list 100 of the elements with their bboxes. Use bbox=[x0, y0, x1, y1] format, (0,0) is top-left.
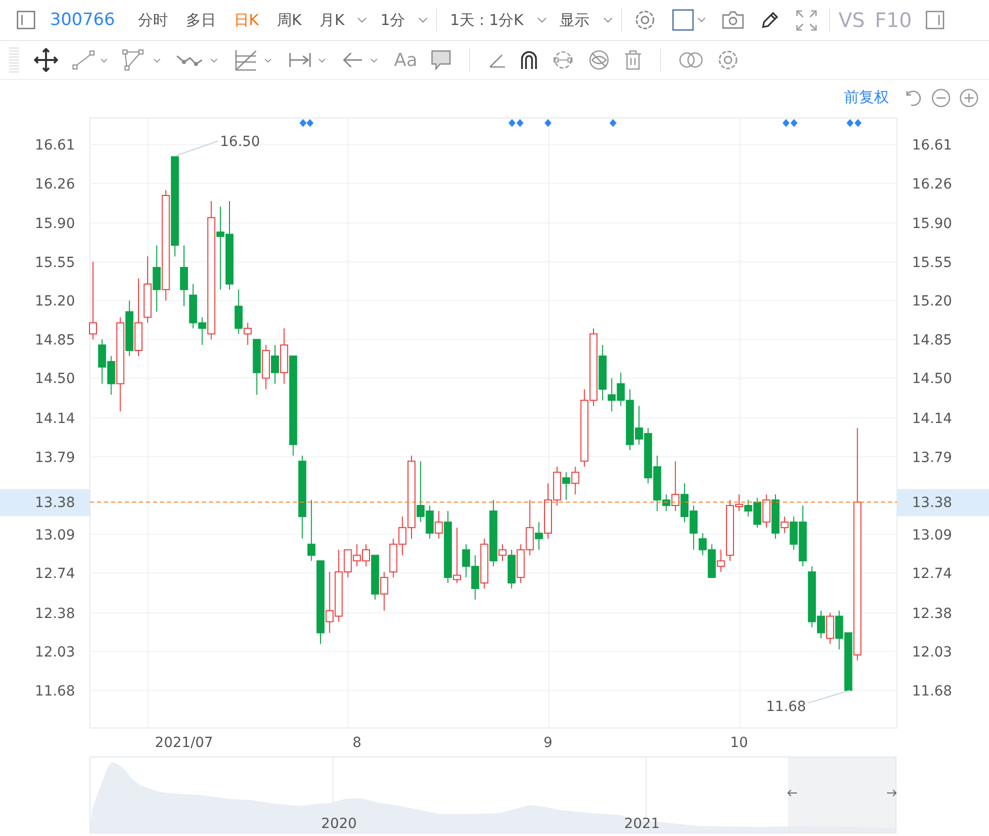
settings-icon[interactable] bbox=[634, 9, 656, 31]
candlestick bbox=[534, 522, 543, 550]
price-axis-label: 14.50 bbox=[912, 371, 952, 388]
undo-icon[interactable] bbox=[905, 88, 923, 106]
event-marker-icon[interactable] bbox=[846, 119, 862, 127]
price-axis-label: 11.68 bbox=[912, 683, 952, 700]
candlestick bbox=[498, 544, 506, 562]
drag-handle-icon[interactable] bbox=[8, 47, 20, 73]
price-axis-label: 14.14 bbox=[912, 411, 952, 428]
price-axis-label: 15.90 bbox=[34, 216, 75, 232]
fullscreen-icon[interactable] bbox=[796, 10, 816, 30]
display-dropdown[interactable]: 显示 bbox=[560, 10, 612, 30]
price-axis-label: 14.14 bbox=[34, 411, 75, 428]
event-marker-icon[interactable] bbox=[508, 119, 524, 127]
candlestick bbox=[180, 244, 188, 307]
price-axis-label: 15.55 bbox=[912, 254, 952, 271]
panel-toggle-icon[interactable] bbox=[924, 10, 945, 30]
period-dropdown[interactable]: 1分 bbox=[380, 10, 428, 30]
left-handle-arrow-icon[interactable] bbox=[787, 790, 798, 796]
candlestick bbox=[234, 289, 243, 334]
comment-icon[interactable] bbox=[431, 50, 452, 70]
navigator-year-label: 2020 bbox=[321, 816, 357, 832]
candlestick bbox=[434, 510, 443, 540]
period-tab[interactable]: 周K bbox=[276, 10, 302, 30]
event-marker-icon[interactable] bbox=[782, 119, 798, 127]
camera-icon[interactable] bbox=[722, 10, 744, 30]
candlestick bbox=[716, 549, 725, 572]
candlestick bbox=[307, 499, 316, 562]
trash-icon[interactable] bbox=[624, 50, 642, 70]
price-axis-label: 16.61 bbox=[34, 138, 75, 154]
price-axis-label: 16.26 bbox=[34, 176, 75, 192]
link-icon[interactable] bbox=[552, 50, 574, 70]
price-axis-label: 14.85 bbox=[912, 332, 952, 348]
polygon-tool-icon[interactable] bbox=[122, 49, 162, 71]
zoom-out-icon[interactable] bbox=[931, 88, 951, 108]
price-axis-label: 15.20 bbox=[912, 294, 952, 310]
caret-icon bbox=[418, 17, 428, 23]
candlestick bbox=[152, 244, 161, 312]
caret-icon bbox=[536, 17, 546, 23]
period-tab[interactable]: 分时 bbox=[138, 10, 168, 30]
stock-code[interactable]: 300766 bbox=[50, 10, 115, 30]
caret-icon bbox=[357, 17, 368, 23]
price-axis-label: 16.26 bbox=[912, 176, 952, 192]
caret-icon bbox=[602, 17, 612, 23]
line-tool-icon[interactable] bbox=[72, 49, 108, 71]
candlestick bbox=[762, 494, 770, 528]
price-axis-label: 12.74 bbox=[34, 566, 75, 582]
price-axis-label: 13.79 bbox=[912, 450, 952, 466]
date-axis-label: 10 bbox=[730, 735, 748, 751]
fibonacci-tool-icon[interactable] bbox=[234, 48, 274, 72]
price-adjustment-link[interactable]: 前复权 bbox=[844, 88, 889, 107]
move-icon[interactable] bbox=[34, 48, 58, 72]
current-price-tag: 13.38 bbox=[0, 489, 90, 516]
price-axis-label: 12.38 bbox=[34, 606, 75, 622]
event-marker-icon[interactable] bbox=[300, 119, 314, 127]
price-axis-label: 14.85 bbox=[34, 332, 75, 348]
right-handle-arrow-icon[interactable] bbox=[886, 790, 897, 796]
price-axis-label: 12.03 bbox=[34, 644, 75, 661]
candlestick bbox=[562, 472, 570, 500]
price-axis-label: 12.74 bbox=[912, 566, 952, 582]
event-marker-icon[interactable] bbox=[610, 119, 616, 127]
settings-icon[interactable] bbox=[717, 49, 740, 71]
price-axis-label: 15.20 bbox=[34, 294, 75, 310]
price-axis-label: 15.90 bbox=[912, 216, 952, 232]
price-axis-label: 13.09 bbox=[912, 527, 952, 544]
magnet-icon[interactable] bbox=[520, 50, 538, 70]
candlestick bbox=[671, 460, 680, 512]
price-axis-label: 11.68 bbox=[34, 683, 75, 700]
candlestick bbox=[826, 612, 834, 644]
date-axis-label: 8 bbox=[352, 735, 362, 751]
candlestick bbox=[271, 344, 279, 384]
navigator-year-label: 2021 bbox=[624, 816, 660, 832]
low-price-label: 11.68 bbox=[766, 699, 806, 715]
price-axis-label: 16.61 bbox=[912, 138, 952, 154]
price-axis-label: 12.38 bbox=[912, 606, 952, 622]
date-axis-label: 9 bbox=[544, 735, 552, 751]
candlestick bbox=[571, 466, 580, 495]
panel-toggle-icon[interactable] bbox=[16, 10, 36, 30]
period-dropdown[interactable]: 月K bbox=[320, 10, 368, 30]
candlestick bbox=[89, 261, 97, 340]
zoom-in-icon[interactable] bbox=[959, 88, 979, 108]
price-axis-label: 13.09 bbox=[34, 527, 75, 544]
date-axis-label: 2021/07 bbox=[154, 735, 214, 751]
hide-icon[interactable] bbox=[588, 49, 610, 71]
price-axis-label: 13.79 bbox=[34, 450, 75, 466]
price-axis-label: 14.50 bbox=[34, 371, 75, 388]
price-axis-label: 12.03 bbox=[912, 644, 952, 661]
square-color-icon[interactable] bbox=[672, 9, 706, 31]
candlestick bbox=[380, 571, 388, 612]
candlestick bbox=[244, 322, 252, 346]
period-tab[interactable]: 多日 bbox=[186, 10, 216, 30]
candlestick bbox=[453, 527, 461, 584]
leader-line bbox=[808, 690, 850, 704]
overlap-circles-icon[interactable] bbox=[679, 52, 704, 68]
range-dropdown[interactable]: 1天 : 1分K bbox=[450, 10, 546, 30]
high-price-label: 16.50 bbox=[220, 134, 260, 150]
price-axis-label: 15.55 bbox=[34, 254, 75, 271]
leader-line bbox=[176, 140, 218, 156]
pencil-icon[interactable] bbox=[760, 10, 780, 30]
event-marker-icon[interactable] bbox=[544, 119, 552, 127]
